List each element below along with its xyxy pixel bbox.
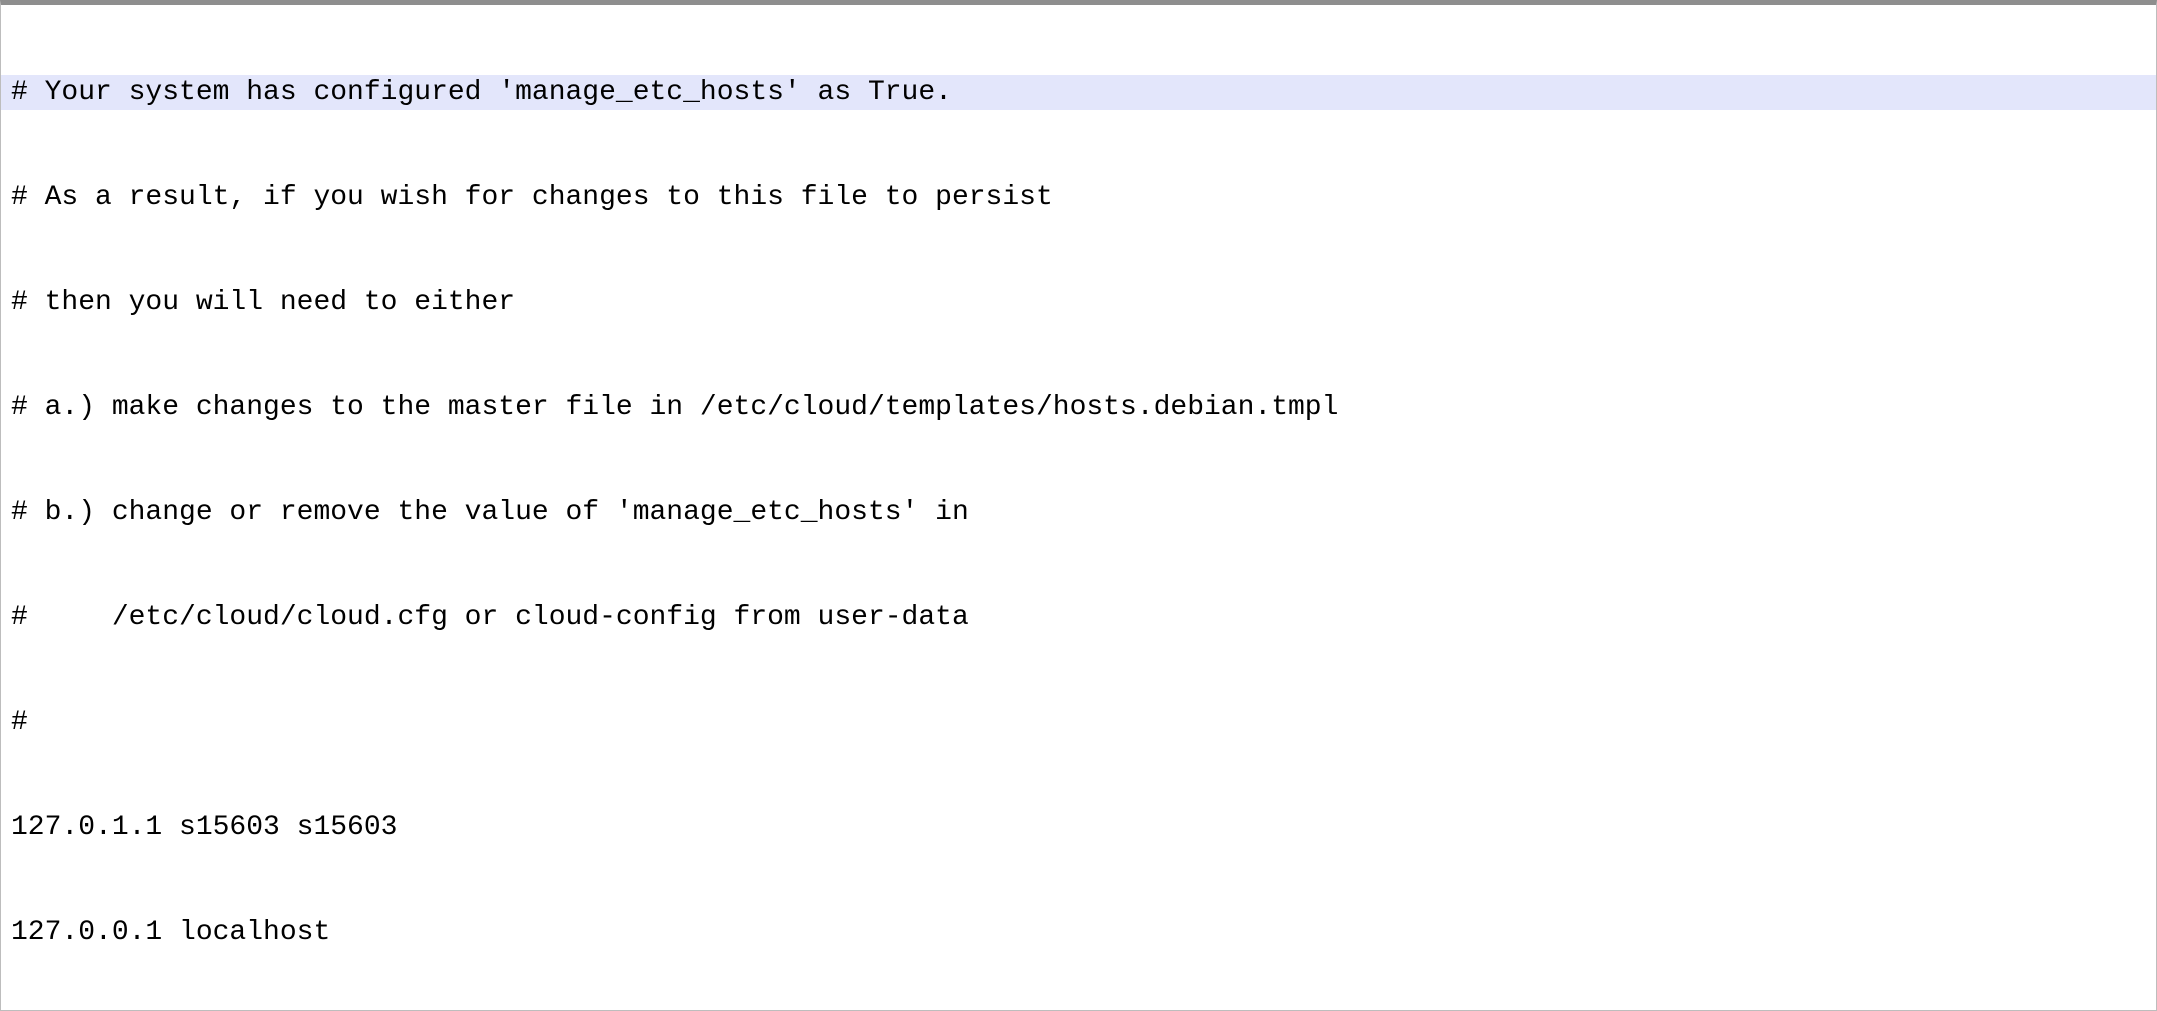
editor-line[interactable]: # a.) make changes to the master file in… bbox=[1, 390, 2156, 425]
editor-text-area[interactable]: # Your system has configured 'manage_etc… bbox=[1, 5, 2156, 1010]
editor-line[interactable]: # b.) change or remove the value of 'man… bbox=[1, 495, 2156, 530]
editor-line[interactable]: 127.0.1.1 s15603 s15603 bbox=[1, 810, 2156, 845]
editor-line[interactable]: # then you will need to either bbox=[1, 285, 2156, 320]
editor-line[interactable]: # As a result, if you wish for changes t… bbox=[1, 180, 2156, 215]
editor-line[interactable]: # /etc/cloud/cloud.cfg or cloud-config f… bbox=[1, 600, 2156, 635]
editor-line[interactable]: 127.0.0.1 localhost bbox=[1, 915, 2156, 950]
editor-line[interactable]: # bbox=[1, 705, 2156, 740]
editor-line[interactable]: # Your system has configured 'manage_etc… bbox=[1, 75, 2156, 110]
text-editor[interactable]: # Your system has configured 'manage_etc… bbox=[0, 0, 2157, 1011]
